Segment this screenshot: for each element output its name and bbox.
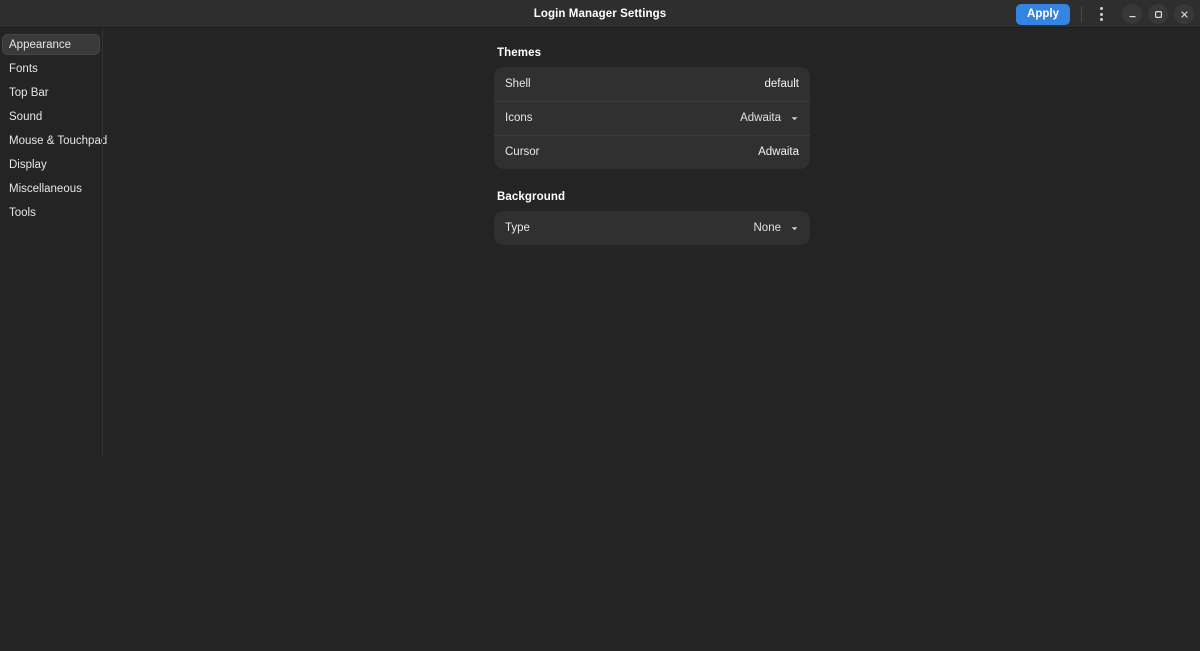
row-value: Adwaita <box>740 112 781 124</box>
sidebar-item-display[interactable]: Display <box>2 154 100 175</box>
row-label: Shell <box>505 78 764 90</box>
sidebar-item-label: Top Bar <box>9 87 49 99</box>
minimize-button[interactable] <box>1122 4 1142 24</box>
sidebar-item-label: Mouse & Touchpad <box>9 135 107 147</box>
chevron-down-icon <box>790 114 799 123</box>
settings-column: Themes Shell default Icons Adwaita <box>494 47 810 245</box>
titlebar-controls: Apply <box>1016 0 1194 28</box>
row-shell[interactable]: Shell default <box>494 67 810 101</box>
row-icons[interactable]: Icons Adwaita <box>494 101 810 135</box>
row-value: None <box>754 222 782 234</box>
sidebar-item-fonts[interactable]: Fonts <box>2 58 100 79</box>
maximize-icon <box>1154 10 1163 19</box>
kebab-dot <box>1100 13 1103 16</box>
sidebar-item-label: Sound <box>9 111 42 123</box>
kebab-dot <box>1100 18 1103 21</box>
titlebar: Login Manager Settings Apply <box>0 0 1200 28</box>
apply-button[interactable]: Apply <box>1016 4 1070 25</box>
sidebar-item-top-bar[interactable]: Top Bar <box>2 82 100 103</box>
background-type-dropdown[interactable]: None <box>754 222 800 234</box>
row-value: default <box>764 78 799 90</box>
sidebar-item-label: Display <box>9 159 47 171</box>
menu-kebab-icon[interactable] <box>1091 3 1111 25</box>
sidebar-item-sound[interactable]: Sound <box>2 106 100 127</box>
close-button[interactable] <box>1174 4 1194 24</box>
chevron-down-icon <box>790 224 799 233</box>
kebab-dot <box>1100 7 1103 10</box>
titlebar-separator <box>1081 6 1082 22</box>
row-label: Icons <box>505 112 740 124</box>
sidebar-item-mouse-touchpad[interactable]: Mouse & Touchpad <box>2 130 100 151</box>
sidebar-item-label: Tools <box>9 207 36 219</box>
themes-group: Shell default Icons Adwaita <box>494 67 810 169</box>
login-manager-settings-window: Login Manager Settings Apply <box>0 0 1200 651</box>
sidebar-item-label: Fonts <box>9 63 38 75</box>
close-icon <box>1180 10 1189 19</box>
sidebar: Appearance Fonts Top Bar Sound Mouse & T… <box>0 28 103 651</box>
row-type[interactable]: Type None <box>494 211 810 245</box>
row-value: Adwaita <box>758 146 799 158</box>
sidebar-item-label: Miscellaneous <box>9 183 82 195</box>
row-cursor[interactable]: Cursor Adwaita <box>494 135 810 169</box>
minimize-icon <box>1128 10 1137 19</box>
sidebar-item-appearance[interactable]: Appearance <box>2 34 100 55</box>
content-area: Themes Shell default Icons Adwaita <box>103 28 1200 651</box>
row-label: Type <box>505 222 754 234</box>
sidebar-item-tools[interactable]: Tools <box>2 202 100 223</box>
window-body: Appearance Fonts Top Bar Sound Mouse & T… <box>0 28 1200 651</box>
sidebar-item-label: Appearance <box>9 39 71 51</box>
section-title-background: Background <box>497 191 810 203</box>
icons-theme-dropdown[interactable]: Adwaita <box>740 112 799 124</box>
section-title-themes: Themes <box>497 47 810 59</box>
maximize-button[interactable] <box>1148 4 1168 24</box>
row-label: Cursor <box>505 146 758 158</box>
background-group: Type None <box>494 211 810 245</box>
sidebar-item-miscellaneous[interactable]: Miscellaneous <box>2 178 100 199</box>
